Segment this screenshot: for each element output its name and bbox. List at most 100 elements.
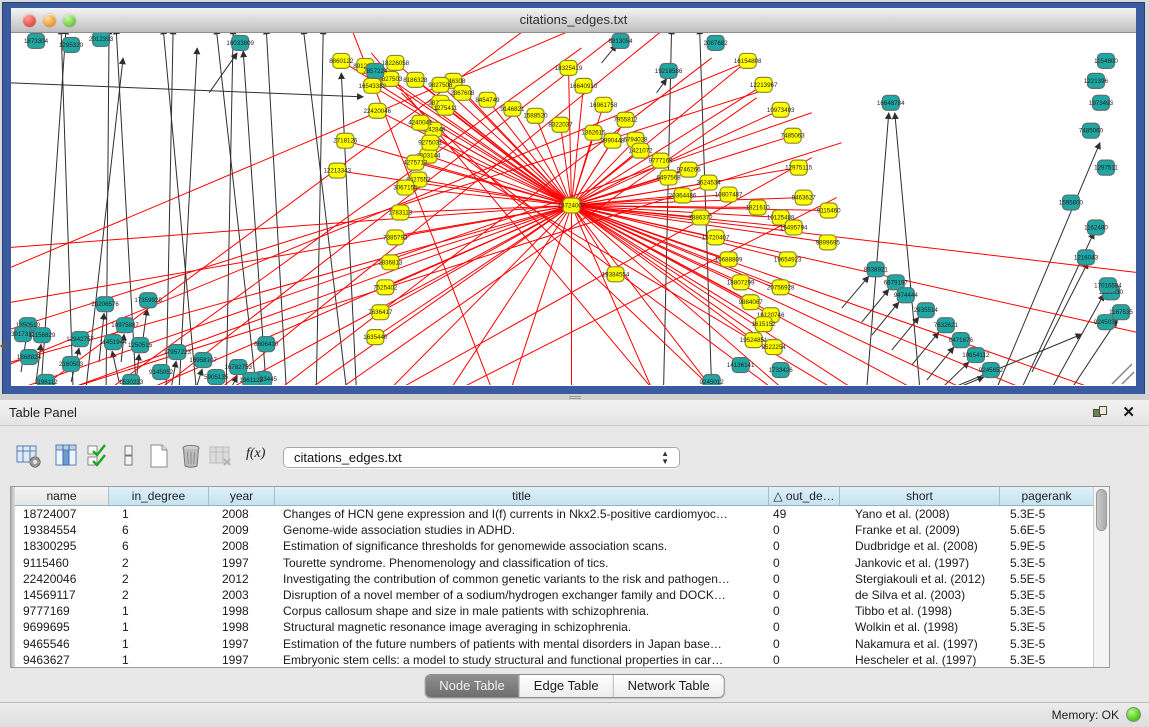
float-panel-icon[interactable] bbox=[1093, 406, 1107, 419]
network-node[interactable]: 18325419 bbox=[555, 60, 583, 75]
network-node[interactable]: 1154800 bbox=[1094, 53, 1118, 68]
network-node[interactable]: 1295320 bbox=[59, 37, 84, 52]
table-row[interactable]: 1938455462009Genome-wide association stu… bbox=[15, 522, 1093, 538]
network-node[interactable]: 1530233 bbox=[119, 375, 144, 385]
network-node[interactable]: 16154808 bbox=[734, 53, 762, 68]
network-node[interactable]: 19384554 bbox=[602, 267, 630, 282]
network-node[interactable]: 17359928 bbox=[134, 293, 162, 308]
column-header-in_degree[interactable]: in_degree bbox=[109, 487, 209, 506]
network-node[interactable]: 9463627 bbox=[792, 190, 817, 205]
network-node[interactable]: 1836813 bbox=[378, 255, 403, 270]
citation-network-graph[interactable]: 1872400788601228912954182260589827503165… bbox=[11, 33, 1136, 385]
table-row[interactable]: 1456911722003Disruption of a novel membe… bbox=[15, 587, 1093, 603]
network-node[interactable]: 1297511 bbox=[1094, 160, 1118, 175]
network-node[interactable]: 9146821 bbox=[500, 101, 525, 116]
scrollbar-thumb[interactable] bbox=[1096, 489, 1107, 531]
network-node[interactable]: 1821610 bbox=[746, 200, 771, 215]
network-node[interactable]: 8186328 bbox=[403, 72, 428, 87]
network-node[interactable]: 8938921 bbox=[864, 262, 889, 277]
network-node[interactable]: 5905135 bbox=[204, 370, 229, 385]
table-row[interactable]: 2242004622012Investigating the contribut… bbox=[15, 571, 1093, 587]
network-node[interactable]: 8813054 bbox=[608, 33, 633, 48]
network-node[interactable]: 1588520 bbox=[523, 108, 548, 123]
resize-grip[interactable] bbox=[1112, 364, 1134, 384]
network-node[interactable]: 16648784 bbox=[877, 95, 905, 110]
column-header-pagerank[interactable]: pagerank bbox=[1000, 487, 1093, 506]
network-node[interactable]: 1216043 bbox=[1074, 250, 1099, 265]
table-vertical-scrollbar[interactable] bbox=[1093, 487, 1109, 667]
column-pair-icon[interactable] bbox=[116, 443, 142, 469]
network-node[interactable]: 1221396 bbox=[1084, 73, 1109, 88]
tab-network-table[interactable]: Network Table bbox=[614, 675, 724, 697]
network-node[interactable]: 7385793 bbox=[383, 230, 408, 245]
network-node[interactable]: 1973493 bbox=[1089, 95, 1114, 110]
column-header-title[interactable]: title bbox=[275, 487, 769, 506]
table-row[interactable]: 1830029562008Estimation of significance … bbox=[15, 538, 1093, 554]
network-node[interactable]: 9145052 bbox=[149, 365, 174, 380]
network-node[interactable]: 12975115 bbox=[785, 160, 813, 175]
network-node[interactable]: 1873304 bbox=[24, 33, 49, 48]
network-node[interactable]: 1167535 bbox=[1109, 305, 1133, 320]
minimize-window-button[interactable] bbox=[43, 14, 56, 27]
table-row[interactable]: 946362711997Embryonic stem cells: a mode… bbox=[15, 652, 1093, 667]
network-node[interactable]: 16033809 bbox=[226, 35, 254, 50]
network-node[interactable]: 12213967 bbox=[750, 77, 778, 92]
network-canvas[interactable]: 1872400788601228912954182260589827503165… bbox=[11, 33, 1136, 385]
tab-node-table[interactable]: Node Table bbox=[425, 675, 520, 697]
network-node[interactable]: 1595800 bbox=[1059, 195, 1084, 210]
network-node[interactable]: 19654923 bbox=[774, 252, 802, 267]
network-node[interactable]: 7485060 bbox=[1079, 123, 1104, 138]
network-node[interactable]: 9275031 bbox=[418, 135, 443, 150]
network-node[interactable]: 7955812 bbox=[613, 112, 638, 127]
zoom-window-button[interactable] bbox=[63, 14, 76, 27]
network-node[interactable]: 2718126 bbox=[333, 133, 358, 148]
table-row[interactable]: 911546021997Tourette syndrome. Phenomeno… bbox=[15, 555, 1093, 571]
network-node[interactable]: 16640910 bbox=[570, 78, 598, 93]
network-node[interactable]: 1635440 bbox=[363, 330, 388, 345]
table-row[interactable]: 946554611997Estimation of the future num… bbox=[15, 636, 1093, 652]
table-row[interactable]: 1872400712008Changes of HCN gene express… bbox=[15, 506, 1093, 522]
network-node[interactable]: 16961758 bbox=[590, 97, 618, 112]
network-node[interactable]: 12942757 bbox=[66, 332, 94, 347]
network-node[interactable]: 8606410 bbox=[254, 337, 279, 352]
table-select-dropdown[interactable]: citations_edges.txt ▲▼ bbox=[283, 447, 680, 468]
network-node[interactable]: 9115460 bbox=[817, 203, 841, 218]
network-node[interactable]: 2935514 bbox=[914, 303, 939, 318]
network-node[interactable]: 1733426 bbox=[769, 363, 794, 378]
column-header-out_de[interactable]: △ out_de… bbox=[769, 487, 840, 506]
network-node[interactable]: 7886372 bbox=[689, 210, 714, 225]
network-node[interactable]: 14136141 bbox=[727, 358, 755, 373]
table-row[interactable]: 977716911998Corpus callosum shape and si… bbox=[15, 603, 1093, 619]
network-node[interactable]: 20206576 bbox=[91, 297, 119, 312]
network-node[interactable]: 9777169 bbox=[649, 153, 674, 168]
network-node[interactable]: 7485063 bbox=[781, 128, 806, 143]
network-node[interactable]: 1868824 bbox=[17, 350, 42, 365]
table-row[interactable]: 969969511998Structural magnetic resonanc… bbox=[15, 619, 1093, 635]
function-builder-icon[interactable]: f(x) bbox=[246, 446, 272, 472]
column-header-name[interactable]: name bbox=[15, 487, 109, 506]
network-node[interactable]: 7632621 bbox=[934, 318, 959, 333]
network-node[interactable]: 10975887 bbox=[111, 318, 139, 333]
column-header-short[interactable]: short bbox=[840, 487, 1000, 506]
network-node[interactable]: 1250515 bbox=[128, 338, 153, 353]
network-node[interactable]: 10654112 bbox=[962, 348, 990, 363]
network-node[interactable]: 18807299 bbox=[727, 275, 755, 290]
network-window-titlebar[interactable]: citations_edges.txt bbox=[11, 8, 1136, 33]
network-node[interactable]: 9245012 bbox=[700, 375, 725, 385]
select-rows-icon[interactable] bbox=[86, 443, 112, 469]
network-node[interactable]: 3624534 bbox=[697, 175, 722, 190]
network-node[interactable]: 9884067 bbox=[739, 295, 764, 310]
network-node[interactable]: 19218586 bbox=[655, 63, 683, 78]
delete-rows-icon[interactable] bbox=[178, 443, 204, 469]
close-panel-icon[interactable]: ✕ bbox=[1122, 403, 1135, 421]
network-node[interactable]: 2522254 bbox=[762, 340, 787, 355]
network-node[interactable]: 10973493 bbox=[767, 102, 795, 117]
table-settings-icon[interactable] bbox=[16, 443, 42, 469]
network-node[interactable]: 2867608 bbox=[450, 85, 475, 100]
close-window-button[interactable] bbox=[23, 14, 36, 27]
network-node[interactable]: 8454749 bbox=[475, 92, 500, 107]
network-node[interactable]: 1162480 bbox=[1084, 220, 1108, 235]
network-node[interactable]: 2012393 bbox=[89, 33, 114, 46]
new-table-icon[interactable] bbox=[146, 443, 172, 469]
column-header-year[interactable]: year bbox=[209, 487, 275, 506]
